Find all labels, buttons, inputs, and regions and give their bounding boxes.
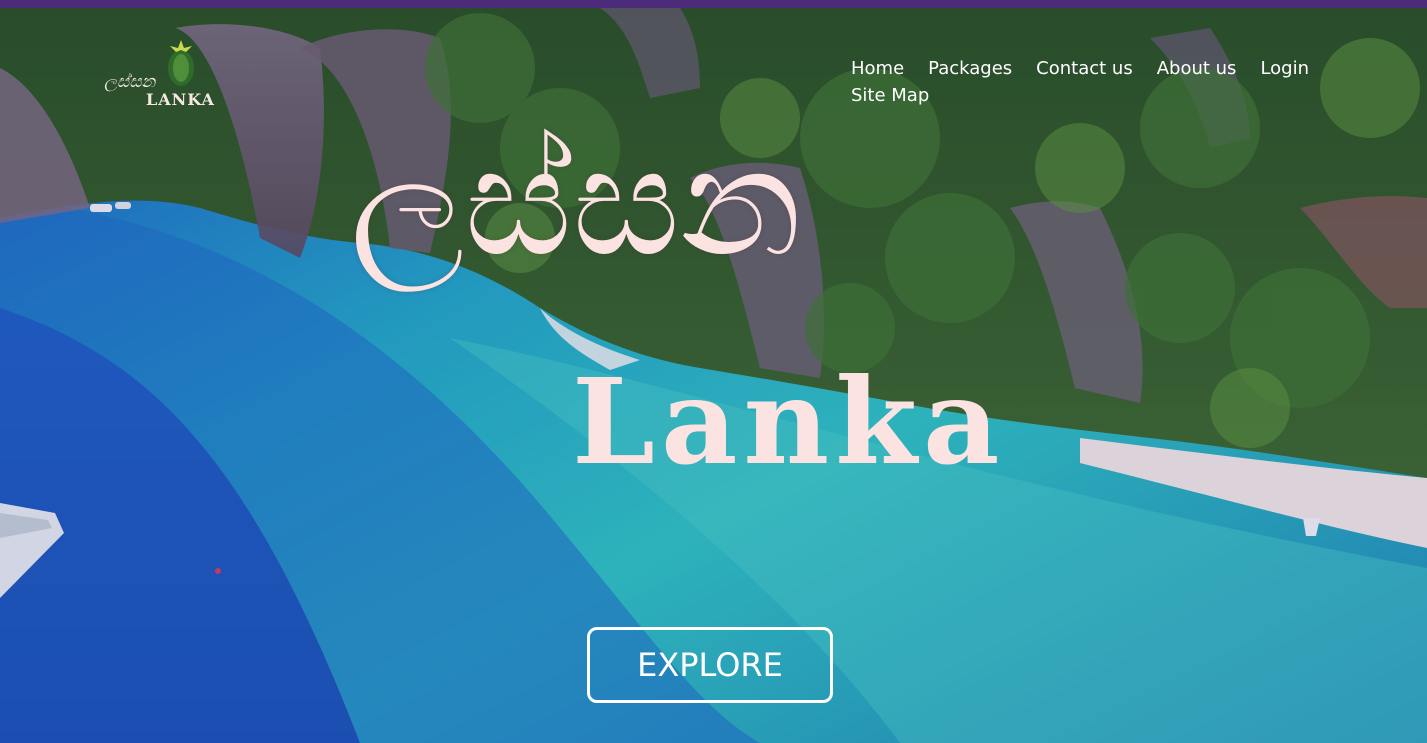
logo-script-text: ලස්සන xyxy=(104,72,156,92)
top-accent-bar xyxy=(0,0,1427,8)
logo-word-text: LANKA xyxy=(146,90,215,109)
site-logo[interactable]: ලස්සන LANKA xyxy=(100,38,220,118)
main-navigation: Home Packages Contact us About us Login … xyxy=(851,56,1351,108)
nav-link-home[interactable]: Home xyxy=(851,56,904,81)
explore-button[interactable]: EXPLORE xyxy=(587,627,833,703)
nav-link-packages[interactable]: Packages xyxy=(928,56,1012,81)
page: ලස්සන LANKA Home Packages Contact us Abo… xyxy=(0,0,1427,743)
palm-leaf-icon xyxy=(168,40,194,86)
nav-link-login[interactable]: Login xyxy=(1260,56,1309,81)
nav-link-site-map[interactable]: Site Map xyxy=(851,83,929,108)
hero-title-word: Lanka xyxy=(572,352,1006,491)
hero-title-script: ලස්සන xyxy=(350,116,802,290)
nav-link-about-us[interactable]: About us xyxy=(1157,56,1237,81)
nav-link-contact-us[interactable]: Contact us xyxy=(1036,56,1133,81)
